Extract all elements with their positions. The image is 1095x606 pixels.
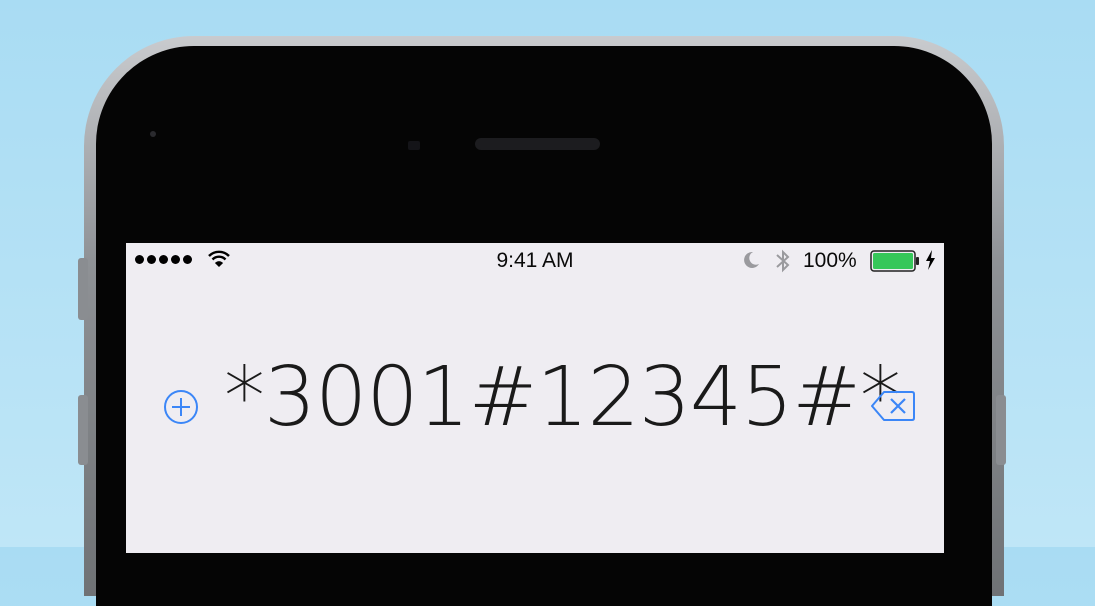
side-button xyxy=(996,395,1006,465)
battery-icon xyxy=(870,250,919,272)
dialed-number-display: *3001#12345#* xyxy=(224,350,901,445)
proximity-sensor xyxy=(408,141,420,150)
delete-backspace-icon[interactable] xyxy=(870,389,916,423)
add-contact-icon[interactable] xyxy=(162,388,200,426)
status-bar: 9:41 AM 100% xyxy=(126,243,944,279)
earpiece-speaker xyxy=(475,138,600,150)
moon-icon xyxy=(744,251,759,268)
side-button xyxy=(78,395,88,465)
phone-screen: 9:41 AM 100% *3001#12345#* xyxy=(126,243,944,553)
bluetooth-icon xyxy=(776,249,790,273)
front-camera xyxy=(150,131,156,137)
side-button xyxy=(78,258,88,320)
battery-percentage: 100% xyxy=(803,249,857,272)
charging-bolt-icon xyxy=(926,250,935,270)
